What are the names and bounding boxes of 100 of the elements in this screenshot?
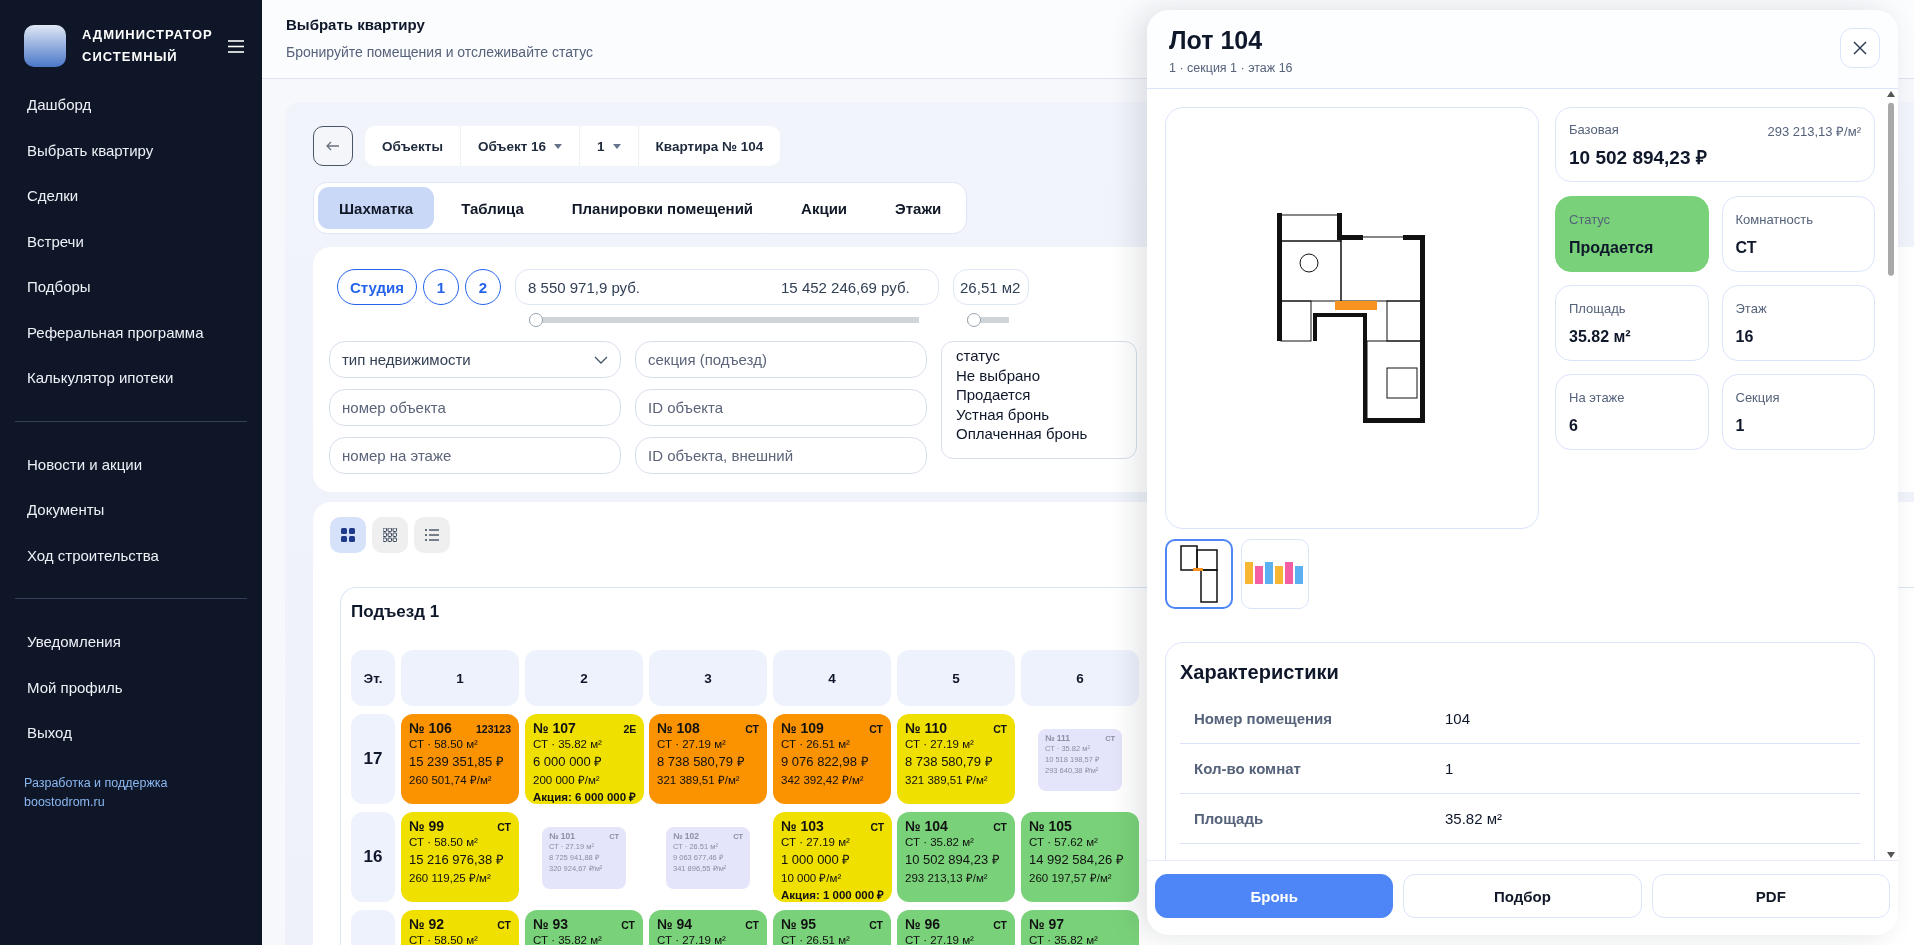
nav-item[interactable]: Встречи — [0, 218, 262, 264]
status-option[interactable]: Устная бронь — [956, 404, 1136, 424]
slider-handle[interactable] — [529, 313, 544, 327]
tab[interactable]: Акции — [780, 187, 869, 229]
price-per-square-meter: 260 119,25 ₽/м² — [409, 871, 492, 885]
stat-label: Комнатность — [1735, 212, 1814, 227]
apartment-type-tag: СТ — [993, 821, 1007, 833]
input-field[interactable]: секция (подъезд) — [635, 341, 927, 378]
apartment-card[interactable]: № 110 СТ СТ · 27.19 м² 8 738 580,79 ₽ 321 389,51 ₽/м² — [897, 714, 1015, 804]
input-field[interactable]: номер объекта — [329, 389, 621, 426]
tab[interactable]: Этажи — [874, 187, 963, 229]
breadcrumb[interactable]: Объект 16 — [460, 126, 581, 166]
nav-item[interactable]: Мой профиль — [0, 664, 262, 710]
apartment-price: 15 216 976,38 ₽ — [409, 851, 505, 868]
breadcrumb[interactable]: Объекты — [365, 126, 461, 166]
chevron-down-icon — [594, 355, 608, 364]
apartment-card[interactable]: № 97 СТ · 35.82 м² — [1021, 910, 1139, 945]
apartment-card[interactable]: № 104 СТ СТ · 35.82 м² 10 502 894,23 ₽ 293 213,13 ₽/м² — [897, 812, 1015, 902]
price-per-square-meter: 260 197,57 ₽/м² — [1029, 871, 1113, 885]
colorful-chart-thumbnail-drawing — [1245, 562, 1305, 586]
apartment-card[interactable]: № 109 СТ СТ · 26.51 м² 9 076 822,98 ₽ 342 392,42 ₽/м² — [773, 714, 891, 804]
characteristics-title: Характеристики — [1180, 661, 1339, 684]
breadcrumb[interactable]: Квартира № 104 — [638, 126, 781, 166]
apartment-number: № 99 — [409, 818, 445, 834]
slider-handle[interactable] — [967, 313, 982, 327]
apartment-card[interactable]: № 106 123123 СТ · 58.50 м² 15 239 351,85 ₽ 260 501,74 ₽/м² — [401, 714, 519, 804]
nav-item[interactable]: Реферальная программа — [0, 309, 262, 355]
apartment-type-tag: СТ — [497, 919, 511, 931]
promo-price: Акция: 1 000 000 ₽ — [781, 888, 885, 902]
apartment-area: СТ · 35.82 м² — [905, 836, 1007, 848]
apartment-area: СТ · 27.19 м² — [905, 738, 1007, 750]
apartment-area: СТ · 57.62 м² — [1029, 836, 1131, 848]
page-subtitle: Бронируйте помещения и отслеживайте статус — [286, 44, 594, 60]
menu-icon[interactable] — [228, 39, 244, 53]
price-per-square-meter: 342 392,42 ₽/м² — [781, 773, 865, 787]
nav-item[interactable]: Сделки — [0, 173, 262, 219]
nav-item[interactable]: Документы — [0, 487, 262, 533]
image-thumbnail[interactable] — [1165, 539, 1233, 609]
status-option[interactable]: Оплаченная бронь — [956, 424, 1136, 444]
price-per-square-meter: 200 000 ₽/м² — [533, 773, 601, 787]
apartment-card[interactable]: № 92 СТ СТ · 58.50 м² — [401, 910, 519, 945]
apartment-type-tag: 2Е — [623, 723, 637, 735]
apartment-number: № 101 — [549, 831, 576, 841]
tab[interactable]: Планировки помещений — [550, 187, 775, 229]
apartment-card[interactable]: № 94 СТ СТ · 27.19 м² — [649, 910, 767, 945]
room-filter-chip[interactable]: Студия — [337, 269, 418, 305]
tab[interactable]: Шахматка — [318, 187, 435, 229]
apartment-type-tag: СТ — [870, 821, 885, 833]
status-option[interactable]: Продается — [956, 385, 1136, 405]
stat-value: 16 — [1735, 328, 1755, 346]
tab[interactable]: Таблица — [440, 187, 545, 229]
tiles-view-icon — [341, 528, 355, 542]
property-type-select[interactable]: тип недвижимости — [329, 341, 621, 378]
status-option[interactable]: статус — [956, 346, 1136, 366]
nav-item[interactable]: Ход строительства — [0, 532, 262, 578]
view-mode-button[interactable] — [372, 517, 408, 553]
action-button[interactable]: PDF — [1651, 874, 1890, 918]
apartment-card[interactable]: № 103 СТ СТ · 27.19 м² 1 000 000 ₽ 10 000 ₽/м² Акция: 1 000 000 ₽ — [773, 812, 893, 902]
view-mode-button[interactable] — [330, 517, 366, 553]
grid-view-icon — [383, 528, 397, 542]
apartment-card[interactable]: № 95 СТ СТ · 26.51 м² — [773, 910, 891, 945]
back-arrow-icon — [326, 141, 340, 151]
apartment-price: 10 502 894,23 ₽ — [905, 851, 1001, 868]
apartment-number: № 106 — [409, 720, 452, 736]
scrollbar[interactable] — [1886, 89, 1896, 860]
support-link[interactable]: Разработка и поддержка boostodrom.ru — [24, 773, 194, 812]
property-label: Номер помещения — [1194, 710, 1334, 727]
back-button[interactable] — [313, 126, 353, 166]
nav-item[interactable]: Выход — [0, 710, 262, 756]
apartment-card[interactable]: № 93 СТ СТ · 35.82 м² — [525, 910, 643, 945]
apartment-card[interactable]: № 99 СТ СТ · 58.50 м² 15 216 976,38 ₽ 260 119,25 ₽/м² — [401, 812, 519, 902]
input-field[interactable]: ID объекта — [635, 389, 927, 426]
apartment-card[interactable]: № 96 СТ СТ · 27.19 м² — [897, 910, 1015, 945]
apartment-price: 1 000 000 ₽ — [781, 851, 852, 868]
action-button[interactable]: Подбор — [1403, 874, 1642, 918]
input-field[interactable]: номер на этаже — [329, 437, 621, 474]
column-header: 2 — [525, 650, 643, 706]
nav-item[interactable]: Выбрать квартиру — [0, 127, 262, 173]
nav-item[interactable]: Уведомления — [0, 619, 262, 665]
breadcrumb[interactable]: 1 — [580, 126, 639, 166]
close-button[interactable] — [1840, 28, 1880, 68]
stat-value: 1 — [1735, 417, 1746, 435]
status-listbox[interactable]: статус Не выбрано Продается Устная бронь Оплаченная бронь — [941, 341, 1137, 459]
nav-item[interactable]: Калькулятор ипотеки — [0, 355, 262, 401]
nav-item[interactable]: Дашборд — [0, 82, 262, 128]
lot-subtitle: 1 · секция 1 · этаж 16 — [1169, 61, 1293, 75]
stat-value: Продается — [1569, 239, 1655, 257]
price-range-field[interactable]: 8 550 971,9 руб. 15 452 246,69 руб. — [515, 269, 940, 305]
apartment-card[interactable]: № 107 2Е СТ · 35.82 м² 6 000 000 ₽ 200 000 ₽/м² Акция: 6 000 000 ₽ — [525, 714, 645, 804]
nav-item[interactable]: Подборы — [0, 264, 262, 310]
apartment-area: СТ · 27.19 м² — [657, 934, 759, 945]
nav-item[interactable]: Новости и акции — [0, 441, 262, 487]
apartment-card[interactable]: № 108 СТ СТ · 27.19 м² 8 738 580,79 ₽ 321 389,51 ₽/м² — [649, 714, 767, 804]
input-field[interactable]: ID объекта, внешний — [635, 437, 927, 474]
room-filter-chip[interactable]: 2 — [465, 269, 502, 305]
room-filter-chip[interactable]: 1 — [423, 269, 460, 305]
apartment-card[interactable]: № 105 СТ · 57.62 м² 14 992 584,26 ₽ 260 197,57 ₽/м² — [1021, 812, 1139, 902]
area-range-field[interactable]: 26,51 м2 — [953, 269, 1030, 305]
status-option[interactable]: Не выбрано — [956, 365, 1136, 385]
apartment-type-tag: СТ — [993, 723, 1007, 735]
